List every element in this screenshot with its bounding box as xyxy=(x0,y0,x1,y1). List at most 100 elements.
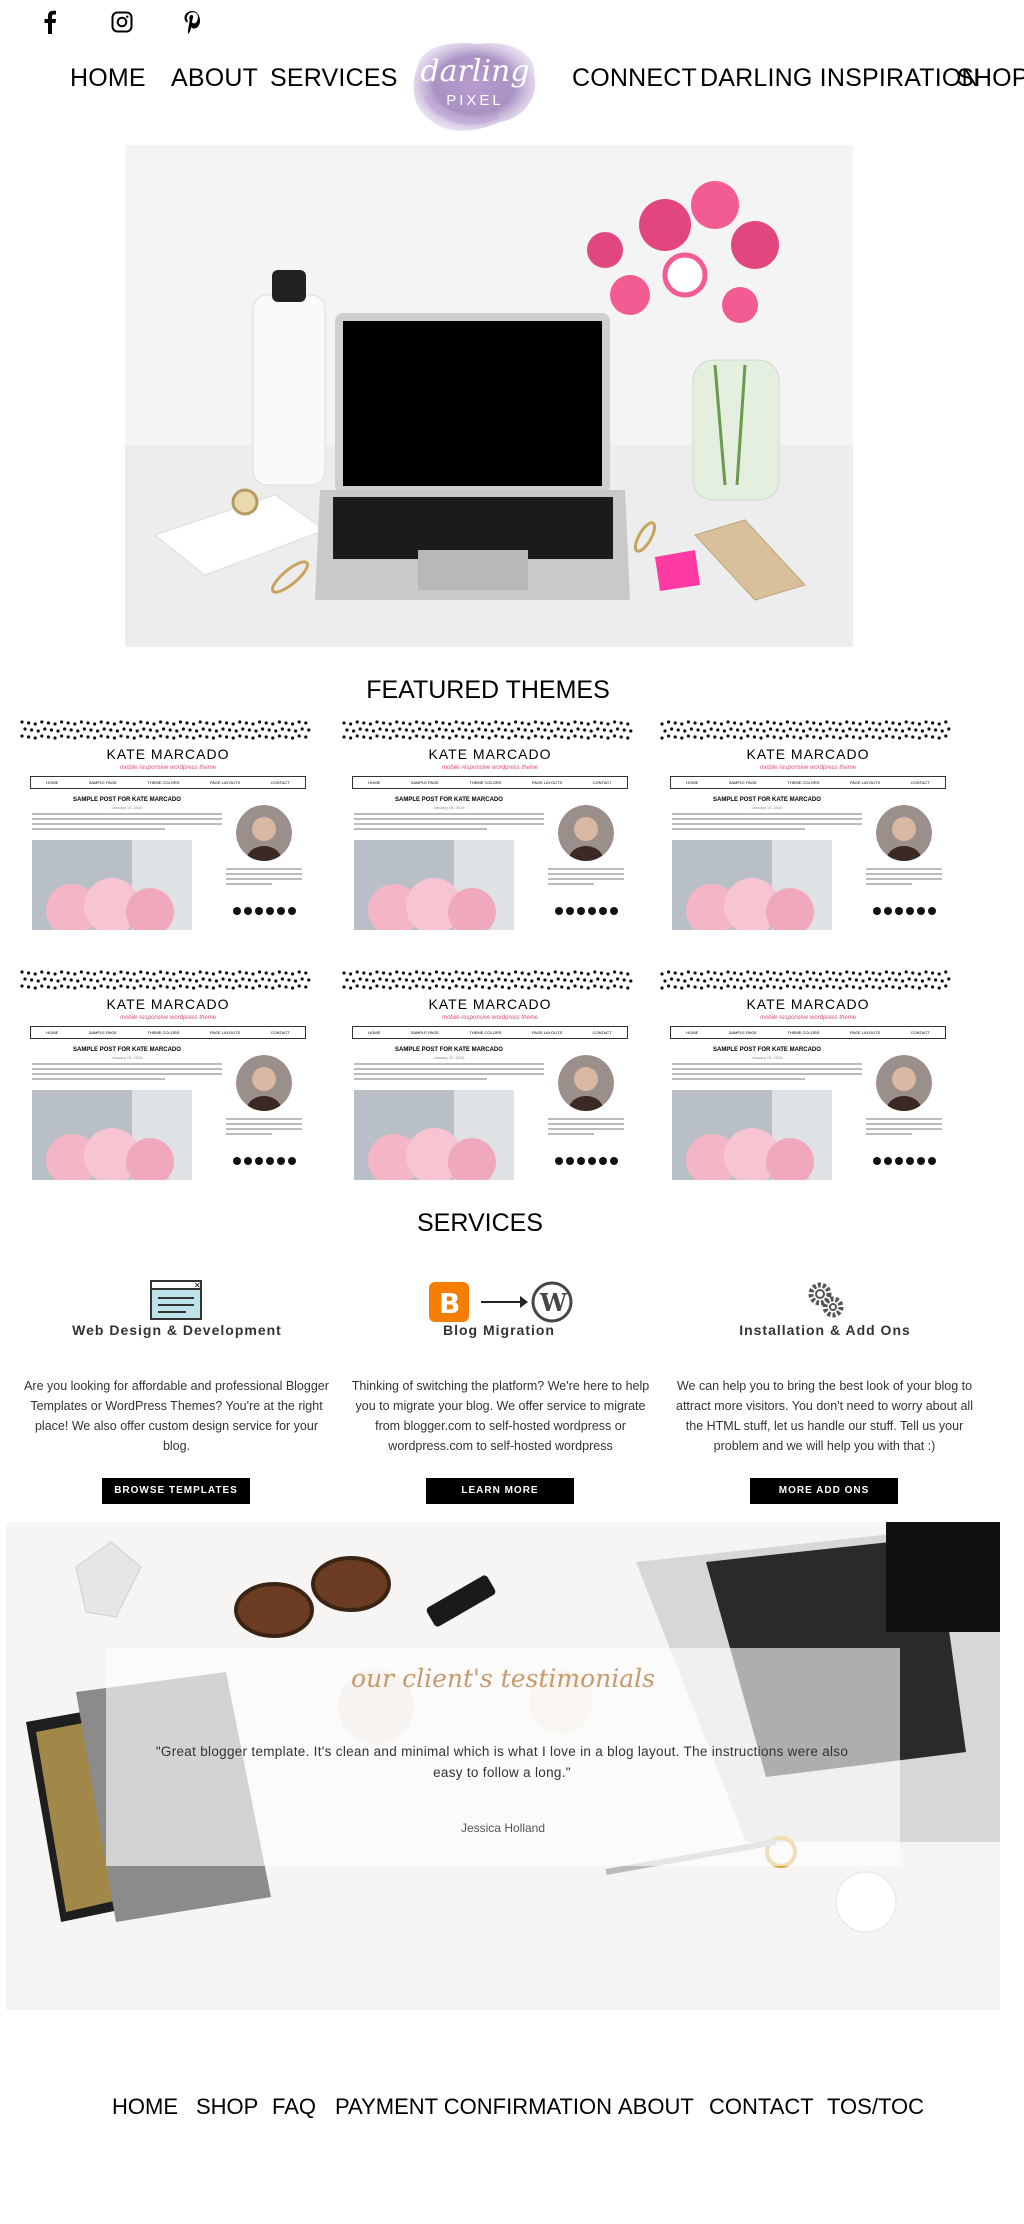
theme-preview-card[interactable]: KATE MARCADO mobile responsive wordpress … xyxy=(340,718,640,963)
pinterest-icon[interactable] xyxy=(176,6,208,38)
theme-nav-bar: HOME SAMPLE PAGE THEME COLORS PAGE LAYOUTS C… xyxy=(670,1026,946,1039)
nav-connect[interactable]: CONNECT xyxy=(572,64,697,93)
theme-nav-item: CONTACT xyxy=(910,780,930,785)
theme-preview-card[interactable]: KATE MARCADO mobile responsive wordpress … xyxy=(18,968,318,1213)
theme-nav-item: SAMPLE PAGE xyxy=(728,780,757,785)
theme-name: KATE MARCADO xyxy=(428,996,552,1012)
theme-author-avatar xyxy=(876,805,932,861)
theme-post-excerpt xyxy=(354,1063,544,1083)
featured-themes-heading: FEATURED THEMES xyxy=(366,676,610,704)
theme-sidebar-text xyxy=(226,868,302,888)
theme-name: KATE MARCADO xyxy=(428,746,552,762)
theme-post-image xyxy=(672,1090,832,1180)
theme-sidebar-text xyxy=(226,1118,302,1138)
theme-post-title: SAMPLE POST FOR KATE MARCADO xyxy=(713,1047,821,1053)
theme-post-date: January 19, 2015 xyxy=(111,805,143,810)
theme-nav-item: SAMPLE PAGE xyxy=(728,1030,757,1035)
theme-preview-card[interactable]: KATE MARCADO mobile responsive wordpress … xyxy=(340,968,640,1213)
theme-post-title: SAMPLE POST FOR KATE MARCADO xyxy=(713,797,821,803)
theme-preview-card[interactable]: KATE MARCADO mobile responsive wordpress … xyxy=(658,968,958,1213)
nav-about[interactable]: ABOUT xyxy=(171,64,258,93)
theme-nav-item: THEME COLORS xyxy=(147,780,180,785)
theme-nav-item: CONTACT xyxy=(270,780,290,785)
theme-nav-bar: HOME SAMPLE PAGE THEME COLORS PAGE LAYOUTS C… xyxy=(352,776,628,789)
more-add-ons-button[interactable]: MORE ADD ONS xyxy=(750,1478,898,1504)
browser-window-icon: ✕ xyxy=(150,1280,202,1325)
theme-author-avatar xyxy=(558,1055,614,1111)
theme-post-image xyxy=(32,1090,192,1180)
theme-nav-item: HOME xyxy=(368,1030,381,1035)
theme-nav-item: THEME COLORS xyxy=(147,1030,180,1035)
theme-tagline: mobile responsive wordpress theme xyxy=(441,765,539,771)
theme-nav-item: HOME xyxy=(46,1030,59,1035)
theme-social-icons xyxy=(873,907,936,915)
theme-post-excerpt xyxy=(32,813,222,833)
confetti-header-pattern xyxy=(660,720,951,740)
theme-social-icons xyxy=(233,907,296,915)
gears-icon xyxy=(806,1280,846,1325)
theme-tagline: mobile responsive wordpress theme xyxy=(441,1015,539,1021)
theme-nav-item: PAGE LAYOUTS xyxy=(209,780,241,785)
theme-nav-item: CONTACT xyxy=(270,1030,290,1035)
theme-preview-card[interactable]: KATE MARCADO mobile responsive wordpress … xyxy=(658,718,958,963)
theme-nav-bar: HOME SAMPLE PAGE THEME COLORS PAGE LAYOUTS C… xyxy=(352,1026,628,1039)
theme-social-icons xyxy=(555,907,618,915)
confetti-header-pattern xyxy=(342,970,633,990)
theme-tagline: mobile responsive wordpress theme xyxy=(119,765,217,771)
theme-sidebar-text xyxy=(866,868,942,888)
svg-text:✕: ✕ xyxy=(194,1281,201,1290)
service-text-installation: We can help you to bring the best look o… xyxy=(676,1379,973,1453)
theme-post-image xyxy=(672,840,832,930)
footer-shop[interactable]: SHOP xyxy=(196,2094,258,2120)
service-title-web-design: Web Design & Development xyxy=(72,1322,282,1338)
theme-post-date: January 19, 2015 xyxy=(751,1055,783,1060)
theme-nav-item: PAGE LAYOUTS xyxy=(531,1030,563,1035)
theme-name: KATE MARCADO xyxy=(106,746,230,762)
footer-contact[interactable]: CONTACT xyxy=(709,2094,814,2120)
theme-nav-bar: HOME SAMPLE PAGE THEME COLORS PAGE LAYOUTS C… xyxy=(30,1026,306,1039)
instagram-icon[interactable] xyxy=(106,6,138,38)
svg-text:B: B xyxy=(439,1287,460,1320)
site-logo[interactable]: darling PIXEL xyxy=(408,36,542,140)
theme-post-image xyxy=(354,840,514,930)
theme-name: KATE MARCADO xyxy=(746,996,870,1012)
theme-nav-bar: HOME SAMPLE PAGE THEME COLORS PAGE LAYOUTS C… xyxy=(670,776,946,789)
footer-payment-confirmation[interactable]: PAYMENT CONFIRMATION xyxy=(335,2094,612,2120)
theme-post-date: January 19, 2015 xyxy=(111,1055,143,1060)
theme-post-title: SAMPLE POST FOR KATE MARCADO xyxy=(73,797,181,803)
theme-nav-item: PAGE LAYOUTS xyxy=(849,1030,881,1035)
theme-tagline: mobile responsive wordpress theme xyxy=(119,1015,217,1021)
theme-nav-item: THEME COLORS xyxy=(787,780,820,785)
hero-image xyxy=(125,145,853,647)
nav-home[interactable]: HOME xyxy=(70,64,146,93)
theme-post-excerpt xyxy=(32,1063,222,1083)
footer-tos[interactable]: TOS/TOC xyxy=(827,2094,924,2120)
theme-preview-card[interactable]: KATE MARCADO mobile responsive wordpress … xyxy=(18,718,318,963)
theme-nav-item: HOME xyxy=(46,780,59,785)
service-text-blog-migration: Thinking of switching the platform? We'r… xyxy=(351,1379,650,1453)
theme-nav-item: THEME COLORS xyxy=(787,1030,820,1035)
nav-shop[interactable]: SHOP xyxy=(957,64,1024,93)
footer-faq[interactable]: FAQ xyxy=(272,2094,316,2120)
theme-social-icons xyxy=(233,1157,296,1165)
nav-darling-inspiration[interactable]: DARLING INSPIRATION xyxy=(700,64,980,93)
footer-home[interactable]: HOME xyxy=(112,2094,178,2120)
theme-nav-item: THEME COLORS xyxy=(469,780,502,785)
footer-about[interactable]: ABOUT xyxy=(618,2094,694,2120)
theme-post-title: SAMPLE POST FOR KATE MARCADO xyxy=(73,1047,181,1053)
theme-nav-item: SAMPLE PAGE xyxy=(88,1030,117,1035)
theme-nav-item: HOME xyxy=(686,1030,699,1035)
theme-social-icons xyxy=(873,1157,936,1165)
theme-nav-item: SAMPLE PAGE xyxy=(410,1030,439,1035)
theme-post-date: January 19, 2015 xyxy=(433,1055,465,1060)
theme-nav-item: CONTACT xyxy=(910,1030,930,1035)
browse-templates-button[interactable]: BROWSE TEMPLATES xyxy=(102,1478,250,1504)
theme-nav-item: PAGE LAYOUTS xyxy=(209,1030,241,1035)
theme-tagline: mobile responsive wordpress theme xyxy=(759,765,857,771)
theme-name: KATE MARCADO xyxy=(106,996,230,1012)
facebook-icon[interactable] xyxy=(34,6,66,38)
learn-more-button[interactable]: LEARN MORE xyxy=(426,1478,574,1504)
nav-services[interactable]: SERVICES xyxy=(270,64,398,93)
theme-post-excerpt xyxy=(672,813,862,833)
testimonials-heading: our client's testimonials xyxy=(351,1664,655,1693)
